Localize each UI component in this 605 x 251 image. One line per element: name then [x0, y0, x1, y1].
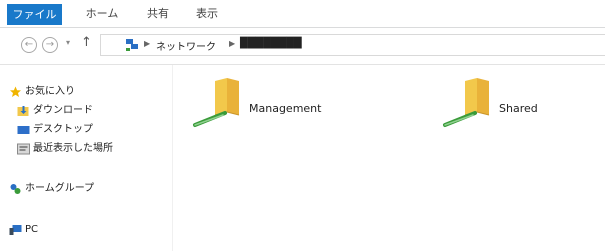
ribbon-tabs: ファイル ホーム 共有 表示 [0, 0, 605, 28]
tab-view[interactable]: 表示 [187, 0, 227, 27]
folder-name: Shared [499, 102, 538, 115]
breadcrumb-separator-icon[interactable]: ▶ [144, 39, 150, 48]
breadcrumb-host[interactable]: ████████ [240, 38, 302, 49]
nav-item-label: お気に入り [25, 86, 75, 97]
network-icon [126, 39, 138, 51]
desktop-icon [17, 126, 30, 134]
address-bar[interactable]: ▶ ネットワーク ▶ ████████ [100, 34, 605, 56]
nav-item-label: 最近表示した場所 [33, 143, 113, 154]
content-pane: Management Shared [173, 65, 605, 251]
breadcrumb-separator-icon[interactable]: ▶ [229, 39, 235, 48]
pc-icon [9, 225, 22, 235]
address-row: ← → ▾ ↑ ▶ ネットワーク ▶ ████████ [0, 28, 605, 65]
homegroup-icon [10, 184, 21, 194]
tab-share[interactable]: 共有 [138, 0, 178, 27]
nav-item-label: ダウンロード [33, 105, 93, 116]
tab-file[interactable]: ファイル [7, 4, 62, 25]
recent-locations-chevron-icon[interactable]: ▾ [66, 38, 70, 47]
star-icon [10, 86, 21, 97]
nav-item-label: ホームグループ [25, 183, 95, 194]
shared-folder-icon [193, 78, 240, 127]
up-arrow-icon[interactable]: ↑ [81, 35, 92, 50]
recent-places-icon [17, 143, 30, 155]
forward-button[interactable]: → [42, 37, 58, 53]
nav-item-label: デスクトップ [33, 124, 93, 135]
nav-item-label: PC [25, 224, 39, 235]
navigation-pane: お気に入り ダウンロード デスクトップ 最近表示した場所 ホームグループ PC [0, 65, 173, 251]
downloads-folder-icon [17, 106, 29, 116]
shared-folder-icon [443, 78, 490, 127]
breadcrumb-network[interactable]: ネットワーク [156, 38, 216, 53]
folder-name: Management [249, 102, 322, 115]
back-button[interactable]: ← [21, 37, 37, 53]
tab-home[interactable]: ホーム [78, 0, 126, 27]
